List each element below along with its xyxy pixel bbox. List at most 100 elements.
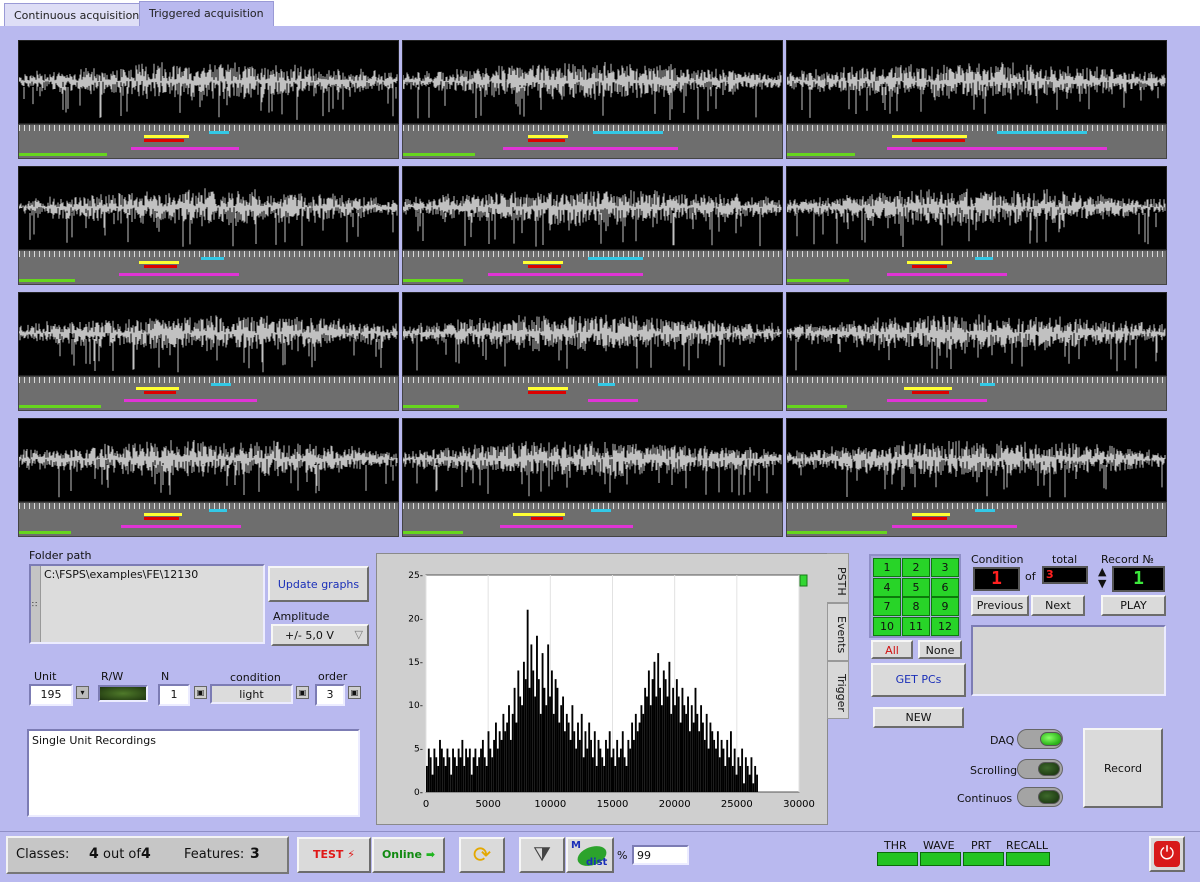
amplitude-select[interactable]: +/- 5,0 V ▽ [271, 624, 369, 646]
tab-triggered-acquisition[interactable]: Triggered acquisition [139, 1, 274, 26]
notes-textarea[interactable]: Single Unit Recordings [27, 729, 360, 817]
keypad-key-8[interactable]: 8 [902, 597, 930, 616]
percent-field[interactable]: 99 [632, 845, 689, 865]
folder-path-field[interactable]: ∷ C:\FSPS\examples\FE\12130 [29, 564, 265, 644]
order-field[interactable]: 3 [315, 684, 345, 706]
scrolling-toggle-knob [1038, 762, 1060, 776]
psth-bar [532, 670, 535, 792]
signal-panel [402, 40, 783, 159]
psth-bar [455, 765, 458, 792]
keypad-key-10[interactable]: 10 [873, 616, 901, 636]
keypad-key-3[interactable]: 3 [931, 558, 959, 577]
signal-panel [786, 292, 1167, 411]
tab-trigger[interactable]: Trigger [827, 661, 849, 719]
event-bar [912, 391, 949, 394]
waveform-trace [786, 166, 1167, 250]
psth-bar [465, 748, 468, 792]
folder-path-value: C:\FSPS\examples\FE\12130 [44, 568, 199, 581]
unit-field[interactable]: 195 [29, 684, 73, 706]
psth-bar [625, 765, 628, 792]
keypad-key-12[interactable]: 12 [931, 616, 959, 636]
update-graphs-button[interactable]: Update graphs [268, 566, 369, 602]
filter-icon: ⧩ [533, 842, 551, 866]
psth-bar [670, 713, 673, 792]
continuos-toggle[interactable] [1017, 787, 1063, 807]
daq-toggle[interactable] [1017, 729, 1063, 749]
record-stepper[interactable]: ▲ ▼ [1098, 566, 1111, 592]
unit-dropdown-icon[interactable]: ▾ [76, 686, 89, 699]
select-none-button[interactable]: None [918, 640, 962, 659]
keypad-key-2[interactable]: 2 [902, 558, 930, 577]
tab-events[interactable]: Events [827, 603, 849, 661]
play-button[interactable]: PLAY [1101, 595, 1166, 616]
event-bar [19, 153, 107, 156]
tab-continuous-acquisition[interactable]: Continuous acquisition [4, 3, 150, 26]
keypad-key-1[interactable]: 1 [873, 558, 901, 577]
event-bar [19, 531, 71, 534]
test-button[interactable]: TEST ⚡ [297, 837, 371, 873]
keypad-key-6[interactable]: 6 [931, 577, 959, 597]
online-button[interactable]: Online ➡ [372, 837, 445, 873]
psth-bar [440, 748, 443, 792]
psth-bar [612, 748, 615, 792]
event-bar [887, 147, 1107, 150]
order-browse-icon[interactable]: ▣ [348, 686, 361, 699]
psth-bar [716, 731, 719, 792]
keypad-key-7[interactable]: 7 [873, 597, 901, 616]
psth-bar [616, 739, 619, 792]
condition-browse-icon[interactable]: ▣ [296, 686, 309, 699]
thr-indicator [877, 852, 918, 866]
waveform-svg [787, 62, 1166, 118]
psth-bar [511, 713, 514, 792]
refresh-button[interactable]: ⟳ [459, 837, 505, 873]
classes-summary: Classes: 4 out of 4 Features: 3 [6, 836, 289, 874]
psth-bar [493, 739, 496, 792]
psth-bar [601, 757, 604, 792]
psth-bar [731, 765, 734, 792]
arrow-right-icon: ➡ [425, 848, 436, 861]
next-button[interactable]: Next [1031, 595, 1085, 616]
refresh-icon: ⟳ [472, 843, 492, 868]
scrolling-toggle[interactable] [1017, 759, 1063, 779]
record-value: 1 [1133, 568, 1144, 589]
get-pcs-button[interactable]: GET PCs [871, 663, 966, 697]
percent-label: % [617, 849, 628, 862]
psth-bar [647, 670, 650, 792]
keypad-key-4[interactable]: 4 [873, 577, 901, 597]
psth-bar [752, 783, 755, 792]
arrow-down-icon[interactable]: ▼ [1098, 578, 1111, 590]
waveform-svg [403, 190, 782, 247]
keypad-key-9[interactable]: 9 [931, 597, 959, 616]
psth-bar [659, 687, 661, 792]
waveform-path [787, 188, 1166, 247]
mdist-button[interactable]: M dist [566, 837, 614, 873]
condition-field[interactable]: light [210, 684, 293, 704]
new-button[interactable]: NEW [873, 707, 964, 728]
psth-bar [453, 757, 456, 792]
event-bar [513, 513, 565, 516]
condition-display-label: Condition [971, 553, 1024, 566]
psth-bar [487, 731, 490, 792]
filter-button[interactable]: ⧩ [519, 837, 565, 873]
psth-bar [461, 739, 464, 792]
daq-label: DAQ [990, 734, 1015, 747]
psth-bar [603, 765, 606, 792]
x-tick-label: 30000 [783, 799, 815, 810]
psth-bar [509, 739, 512, 792]
n-field[interactable]: 1 [158, 684, 190, 706]
n-browse-icon[interactable]: ▣ [194, 686, 207, 699]
select-all-button[interactable]: All [871, 640, 913, 659]
waveform-path [403, 190, 782, 247]
folder-path-scrollbar[interactable]: ∷ [31, 566, 41, 642]
record-button[interactable]: Record [1083, 728, 1163, 808]
condition-keypad: 1 2 3 4 5 6 7 8 9 10 11 12 [869, 554, 961, 638]
prt-indicator [963, 852, 1004, 866]
tab-psth[interactable]: PSTH [827, 553, 849, 603]
keypad-key-11[interactable]: 11 [902, 616, 930, 636]
power-button[interactable]: ⏻ [1149, 836, 1185, 872]
event-bar [488, 273, 643, 276]
previous-button[interactable]: Previous [971, 595, 1029, 616]
event-raster [402, 502, 783, 537]
signal-panel [786, 40, 1167, 159]
keypad-key-5[interactable]: 5 [902, 577, 930, 597]
